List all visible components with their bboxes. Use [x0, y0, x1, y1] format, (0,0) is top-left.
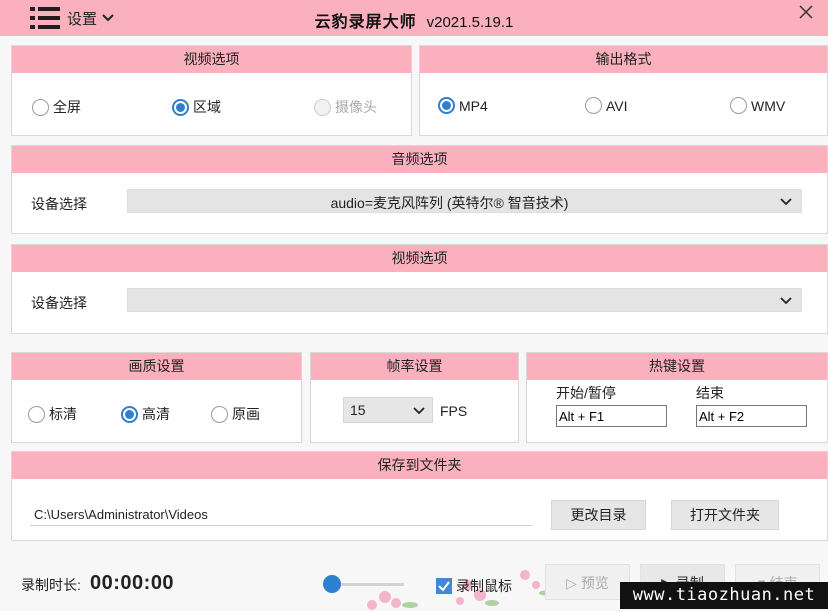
- radio-standard[interactable]: 标清: [28, 404, 77, 424]
- save-path-field[interactable]: C:\Users\Administrator\Videos: [30, 505, 532, 526]
- hotkeys-header: 热键设置: [527, 353, 827, 380]
- radio-label: 摄像头: [335, 99, 377, 115]
- audio-device-value: audio=麦克风阵列 (英特尔® 智音技术): [330, 195, 569, 211]
- hotkeys-panel: 热键设置 开始/暂停 结束: [526, 352, 828, 443]
- audio-device-select[interactable]: audio=麦克风阵列 (英特尔® 智音技术): [127, 189, 802, 213]
- framerate-header: 帧率设置: [311, 353, 518, 380]
- start-pause-hotkey-input[interactable]: [556, 405, 667, 427]
- play-circle-icon: ▷: [566, 575, 577, 591]
- framerate-value: 15: [350, 402, 366, 418]
- radio-hd[interactable]: 高清: [121, 404, 170, 424]
- video-options-panel: 视频选项 全屏 区域 摄像头: [11, 45, 412, 136]
- radio-label: WMV: [751, 97, 786, 114]
- checkbox-checked-icon: [436, 578, 452, 594]
- radio-circle-selected: [438, 97, 455, 114]
- record-duration-timer: 00:00:00: [90, 572, 175, 594]
- quality-header: 画质设置: [12, 353, 301, 380]
- preview-button: ▷ 预览: [545, 564, 630, 600]
- audio-device-label: 设备选择: [31, 196, 87, 212]
- radio-circle: [314, 98, 331, 116]
- preview-label: 预览: [580, 575, 609, 591]
- radio-circle: [211, 405, 228, 423]
- radio-label: MP4: [459, 97, 488, 114]
- volume-slider[interactable]: [318, 574, 404, 594]
- window-title: 云豹录屏大师 v2021.5.19.1: [0, 8, 828, 32]
- slider-thumb[interactable]: [323, 575, 342, 593]
- open-folder-button[interactable]: 打开文件夹: [671, 500, 779, 530]
- save-folder-panel: 保存到文件夹 C:\Users\Administrator\Videos 更改目…: [11, 451, 828, 541]
- stop-label: 结束: [696, 385, 724, 401]
- record-mouse-label: 录制鼠标: [456, 578, 512, 594]
- save-folder-header: 保存到文件夹: [12, 452, 827, 479]
- radio-circle: [32, 98, 49, 116]
- radio-label: 全屏: [53, 99, 81, 115]
- video-device-label: 设备选择: [31, 295, 87, 311]
- chevron-down-icon: [413, 407, 425, 415]
- radio-circle: [28, 405, 45, 423]
- radio-label: 标清: [49, 406, 77, 422]
- change-directory-button[interactable]: 更改目录: [551, 500, 646, 530]
- video-device-panel: 视频选项 设备选择: [11, 244, 828, 334]
- framerate-select[interactable]: 15: [343, 397, 433, 423]
- chevron-down-icon: [780, 297, 792, 305]
- radio-wmv[interactable]: WMV: [730, 97, 785, 114]
- radio-avi[interactable]: AVI: [585, 97, 628, 114]
- app-version: v2021.5.19.1: [426, 14, 514, 31]
- video-options-header: 视频选项: [12, 46, 411, 73]
- watermark: www.tiaozhuan.net: [620, 582, 828, 609]
- title-bar: 设置 云豹录屏大师 v2021.5.19.1: [0, 0, 828, 36]
- record-mouse-checkbox[interactable]: 录制鼠标: [436, 576, 512, 596]
- framerate-panel: 帧率设置 15 FPS: [310, 352, 519, 443]
- radio-original[interactable]: 原画: [211, 404, 260, 424]
- start-pause-label: 开始/暂停: [556, 385, 616, 401]
- radio-circle: [585, 97, 602, 114]
- radio-circle: [730, 97, 747, 114]
- audio-options-header: 音频选项: [12, 146, 827, 173]
- stop-hotkey-input[interactable]: [696, 405, 807, 427]
- radio-circle-selected: [121, 405, 138, 423]
- close-icon[interactable]: [796, 2, 816, 22]
- radio-label: 原画: [232, 406, 260, 422]
- radio-camera: 摄像头: [314, 97, 377, 117]
- fps-unit-label: FPS: [440, 403, 468, 419]
- output-format-header: 输出格式: [420, 46, 827, 73]
- chevron-down-icon: [780, 198, 792, 206]
- record-duration-label: 录制时长:: [21, 577, 81, 593]
- radio-label: 区域: [193, 99, 221, 115]
- radio-region[interactable]: 区域: [172, 97, 221, 117]
- radio-fullscreen[interactable]: 全屏: [32, 97, 81, 117]
- video-device-select[interactable]: [127, 288, 802, 312]
- app-name: 云豹录屏大师: [314, 14, 417, 31]
- video-device-header: 视频选项: [12, 245, 827, 272]
- radio-mp4[interactable]: MP4: [438, 97, 488, 114]
- quality-panel: 画质设置 标清 高清 原画: [11, 352, 302, 443]
- output-format-panel: 输出格式 MP4 AVI WMV: [419, 45, 828, 136]
- radio-circle-selected: [172, 98, 189, 116]
- audio-options-panel: 音频选项 设备选择 audio=麦克风阵列 (英特尔® 智音技术): [11, 145, 828, 234]
- radio-label: AVI: [606, 97, 628, 114]
- radio-label: 高清: [142, 406, 170, 422]
